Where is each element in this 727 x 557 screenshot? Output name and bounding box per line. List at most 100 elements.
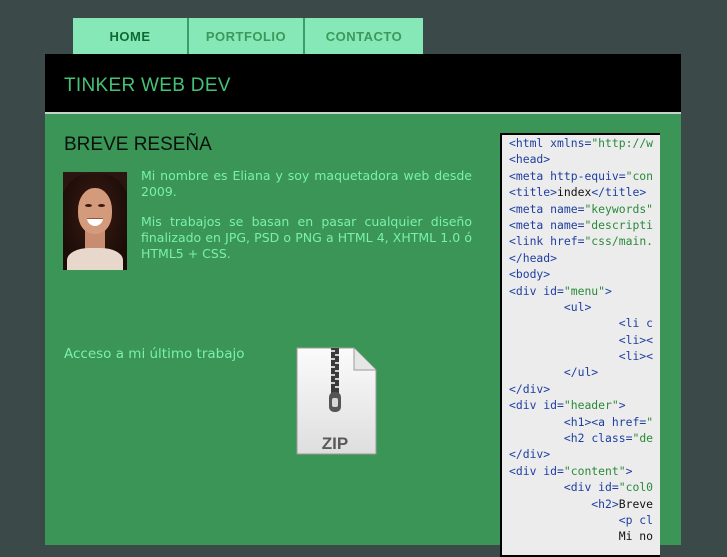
code-line: </div> [502,381,660,397]
nav-tab-home[interactable]: HOME [73,18,189,55]
nav-tab-contacto[interactable]: CONTACTO [305,18,423,55]
code-token: "keywords" [584,201,654,216]
code-token: Breve [618,496,654,511]
code-line: <title>index</title> [502,184,660,200]
zip-icon: ZIP [296,347,377,455]
code-token: </ul> [563,365,599,380]
code-line: <ul> [502,299,660,315]
site-title[interactable]: TINKER WEB DEV [64,75,231,97]
nav-tab-portfolio[interactable]: PORTFOLIO [189,18,305,55]
zip-file-icon[interactable]: ZIP [294,346,378,456]
code-line: <li c [502,315,660,331]
code-token: Mi no [509,529,654,544]
code-line: <div id="col0 [502,479,660,495]
code-token: </title> [591,185,647,200]
main-content: BREVE RESEÑA Mi nombre es Eliana y soy m… [45,114,681,557]
code-line: <body> [502,266,660,282]
code-token: "menu" [563,283,606,298]
code-line: Mi no [502,528,660,544]
code-token: <link [509,234,551,249]
code-line: <li>< [502,332,660,348]
code-line: <h1><a href=" [502,414,660,430]
code-token: index [557,185,592,200]
code-token: <h1><a [563,414,612,429]
code-token: <div [563,480,599,495]
code-token: <h2 [563,431,592,446]
code-token: "css/main. [584,234,654,249]
code-line: </head> [502,250,660,266]
code-token: class= [591,431,633,446]
code-token: id= [543,463,564,478]
code-token: <div [509,283,544,298]
code-token: </div> [509,447,551,462]
code-token: > [605,283,612,298]
code-token: <li>< [618,332,654,347]
code-line: </ul> [502,364,660,380]
code-token: </head> [509,250,558,265]
code-line: <div id="content"> [502,463,660,479]
code-token: <li c [618,316,654,331]
code-token: <p cl [618,512,654,527]
code-token: <head> [509,152,551,167]
code-token: "con [625,168,654,183]
code-line: <head> [502,151,660,167]
code-token: id= [543,398,564,413]
code-token: <li>< [618,349,654,364]
bio-paragraph: Mi nombre es Eliana y soy maquetadora we… [141,168,472,199]
code-token: href= [550,234,585,249]
code-line: <link href="css/main. [502,233,660,249]
code-token: id= [598,480,619,495]
bio-text: Mi nombre es Eliana y soy maquetadora we… [141,168,472,276]
code-token: <div [509,463,544,478]
code-token: > [618,398,626,413]
code-token: " [646,414,654,429]
bio-paragraph: Mis trabajos se basan en pasar cualquier… [141,214,472,261]
code-token: "descripti [584,217,654,232]
code-token: <body> [509,267,551,282]
code-token: <meta [509,217,551,232]
code-token: > [625,463,633,478]
code-line: <meta name="descripti [502,217,660,233]
site-header: TINKER WEB DEV [45,54,681,114]
code-token: name= [550,217,585,232]
code-token: "col0 [618,480,654,495]
section-title: BREVE RESEÑA [64,134,212,155]
latest-work-link[interactable]: Acceso a mi último trabajo [64,346,245,362]
code-line: <h2 class="de [502,430,660,446]
code-token: <ul> [563,299,592,314]
code-line: <h2>Breve [502,496,660,512]
code-line: <p cl [502,512,660,528]
code-line: <html xmlns="http://w [502,135,660,151]
code-line: <meta http-equiv="con [502,168,660,184]
code-token: "de [632,431,654,446]
code-token: <meta [509,201,551,216]
main-nav: HOME PORTFOLIO CONTACTO [73,18,423,55]
zip-label: ZIP [322,434,348,453]
code-token: name= [550,201,585,216]
code-token: <title> [509,185,558,200]
code-token: <h2> [591,496,619,511]
code-token: href= [611,414,647,429]
code-token: <meta [509,168,551,183]
code-token: "header" [563,398,619,413]
code-token: xmlns= [550,136,592,150]
profile-photo [63,172,127,270]
code-token: id= [543,283,564,298]
code-line: <div id="menu"> [502,283,660,299]
code-token: "http://w [591,136,654,150]
code-token: <div [509,398,544,413]
code-preview-panel: <html xmlns="http://w <head> <meta http-eq… [500,133,660,557]
code-line: <div id="header"> [502,397,660,413]
code-token: <html [509,136,551,150]
code-line: </div> [502,446,660,462]
